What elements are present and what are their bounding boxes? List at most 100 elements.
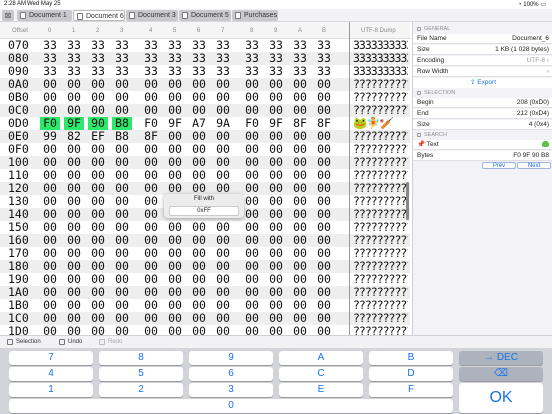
key-0[interactable]: 0 (9, 399, 453, 413)
utf8-dump-cell[interactable]: ?????????? (353, 208, 408, 221)
prev-button[interactable]: Prev (482, 162, 516, 169)
share-icon: ⇪ (469, 79, 476, 86)
hex-byte[interactable]: 00 (112, 325, 132, 336)
key-9[interactable]: 9 (189, 351, 273, 365)
utf8-dump-cell[interactable]: ?????????? (353, 104, 408, 117)
utf8-dump-cell[interactable]: ?????????? (353, 78, 408, 91)
tab-label: Purchases (244, 12, 278, 19)
utf8-dump-cell[interactable]: ?????????? (353, 299, 408, 312)
utf8-dump-cell[interactable]: ?????????? (353, 221, 408, 234)
key-5[interactable]: 5 (99, 367, 183, 381)
hex-byte[interactable]: 00 (189, 325, 209, 336)
utf8-dump-cell[interactable]: ?????????? (353, 143, 408, 156)
key-d[interactable]: D (369, 367, 453, 381)
utf8-dump-cell[interactable]: ?????????? (353, 312, 408, 325)
utf8-dump-cell[interactable]: 3333333333 (353, 39, 408, 52)
next-button[interactable]: Next (517, 162, 551, 169)
key-4[interactable]: 4 (9, 367, 93, 381)
backspace-icon[interactable]: ⌫ (459, 367, 543, 381)
hex-byte[interactable]: 00 (88, 325, 108, 336)
utf8-dump-cell[interactable]: ?????????? (353, 286, 408, 299)
dump-separator (349, 22, 350, 335)
redo-button[interactable]: Redo (98, 336, 122, 348)
section-search: SEARCH (413, 131, 552, 139)
end-value: 212 (0xD4) (516, 110, 549, 117)
hex-byte[interactable]: 00 (314, 325, 334, 336)
frog-emoji-icon (542, 141, 549, 148)
key-2[interactable]: 2 (99, 383, 183, 397)
search-text-row[interactable]: 📌 Text (413, 140, 552, 150)
hex-byte[interactable]: 00 (40, 325, 60, 336)
column-header: 9 (274, 28, 278, 34)
document-icon (20, 12, 26, 19)
key-3[interactable]: 3 (189, 383, 273, 397)
tab-label: Document 3 (138, 12, 176, 19)
utf8-dump-cell[interactable]: 3333333333 (353, 65, 408, 78)
tab-document-5[interactable]: Document 5 (179, 10, 231, 21)
hex-byte[interactable]: 00 (213, 325, 233, 336)
search-bytes-row[interactable]: Bytes F0 9F 90 B8 (413, 151, 552, 161)
key-e[interactable]: E (279, 383, 363, 397)
hex-editor[interactable]: Offset UTF-8 Dump 0123456789AB 070 33 33 33… (0, 22, 410, 335)
undo-button[interactable]: Undo (58, 336, 82, 348)
selection-label: Selection (16, 339, 41, 345)
hex-keypad: 7 8 9 A B → DEC 4 5 6 C D ⌫ 1 2 3 E F 0 … (0, 348, 552, 414)
key-7[interactable]: 7 (9, 351, 93, 365)
status-time: 2:28 AM (4, 1, 27, 7)
document-icon (182, 12, 188, 19)
search-text-label: Text (426, 141, 439, 148)
utf8-dump-cell[interactable]: ?????????? (353, 195, 408, 208)
hex-byte[interactable]: 00 (165, 325, 185, 336)
hex-byte[interactable]: 00 (266, 325, 286, 336)
dec-mode-button[interactable]: → DEC (459, 351, 543, 365)
key-f[interactable]: F (369, 383, 453, 397)
tab-document-6[interactable]: Document 6 (73, 10, 125, 21)
key-6[interactable]: 6 (189, 367, 273, 381)
redo-icon (99, 339, 105, 345)
chevron-right-icon: › (546, 68, 549, 75)
column-header: 5 (173, 28, 177, 34)
selection-button[interactable]: Selection (6, 336, 41, 348)
hex-byte[interactable]: 00 (141, 325, 161, 336)
utf8-dump-cell[interactable]: ?????????? (353, 156, 408, 169)
encoding-label: Encoding (417, 57, 445, 64)
fill-value-input[interactable]: 0xFF (169, 206, 239, 216)
utf8-dump-cell[interactable]: ?????????? (353, 234, 408, 247)
tab-document-1[interactable]: Document 1 (17, 10, 72, 21)
file-name-row[interactable]: File Name Document_6 (413, 34, 552, 44)
utf8-dump-cell[interactable]: ?????????? (353, 273, 408, 286)
ok-button[interactable]: OK (459, 383, 543, 413)
key-c[interactable]: C (279, 367, 363, 381)
edit-toolbar: Selection Undo Redo (0, 335, 552, 348)
search-icon (417, 133, 421, 137)
utf8-dump-cell[interactable]: ?????????? (353, 182, 408, 195)
column-header: 4 (149, 28, 153, 34)
hex-byte[interactable]: 00 (64, 325, 84, 336)
document-tab-bar: ⊠ Document 1 Document 6 Document 3 Docum… (0, 9, 552, 22)
close-tabs-icon[interactable]: ⊠ (2, 10, 14, 21)
utf8-dump-cell[interactable]: ?????????? (353, 130, 408, 143)
utf8-dump-cell[interactable]: ?????????? (353, 325, 408, 335)
utf8-dump-cell[interactable]: ?????????? (353, 247, 408, 260)
utf8-dump-cell[interactable]: 3333333333 (353, 52, 408, 65)
export-button[interactable]: ⇪ Export (413, 78, 552, 88)
hex-byte[interactable]: 00 (242, 325, 262, 336)
utf8-dump-cell[interactable]: ?????????? (353, 169, 408, 182)
encoding-row[interactable]: Encoding UTF-8 › (413, 56, 552, 66)
key-b[interactable]: B (369, 351, 453, 365)
scroll-indicator[interactable] (406, 182, 409, 220)
utf8-dump-cell[interactable]: ?????????? (353, 91, 408, 104)
key-1[interactable]: 1 (9, 383, 93, 397)
pin-icon: 📌 (417, 141, 426, 148)
search-text-value (542, 140, 549, 150)
utf8-dump-cell[interactable]: ?????????? (353, 260, 408, 273)
row-width-row[interactable]: Row Width › (413, 67, 552, 77)
tab-document-3[interactable]: Document 3 (126, 10, 178, 21)
utf8-dump-cell[interactable]: 🐸🧚🏏 (353, 117, 408, 130)
key-8[interactable]: 8 (99, 351, 183, 365)
battery-percent: 100% (523, 2, 539, 8)
tab-purchases[interactable]: Purchases (232, 10, 278, 21)
key-a[interactable]: A (279, 351, 363, 365)
hex-byte[interactable]: 00 (290, 325, 310, 336)
row-width-label: Row Width (417, 68, 449, 75)
